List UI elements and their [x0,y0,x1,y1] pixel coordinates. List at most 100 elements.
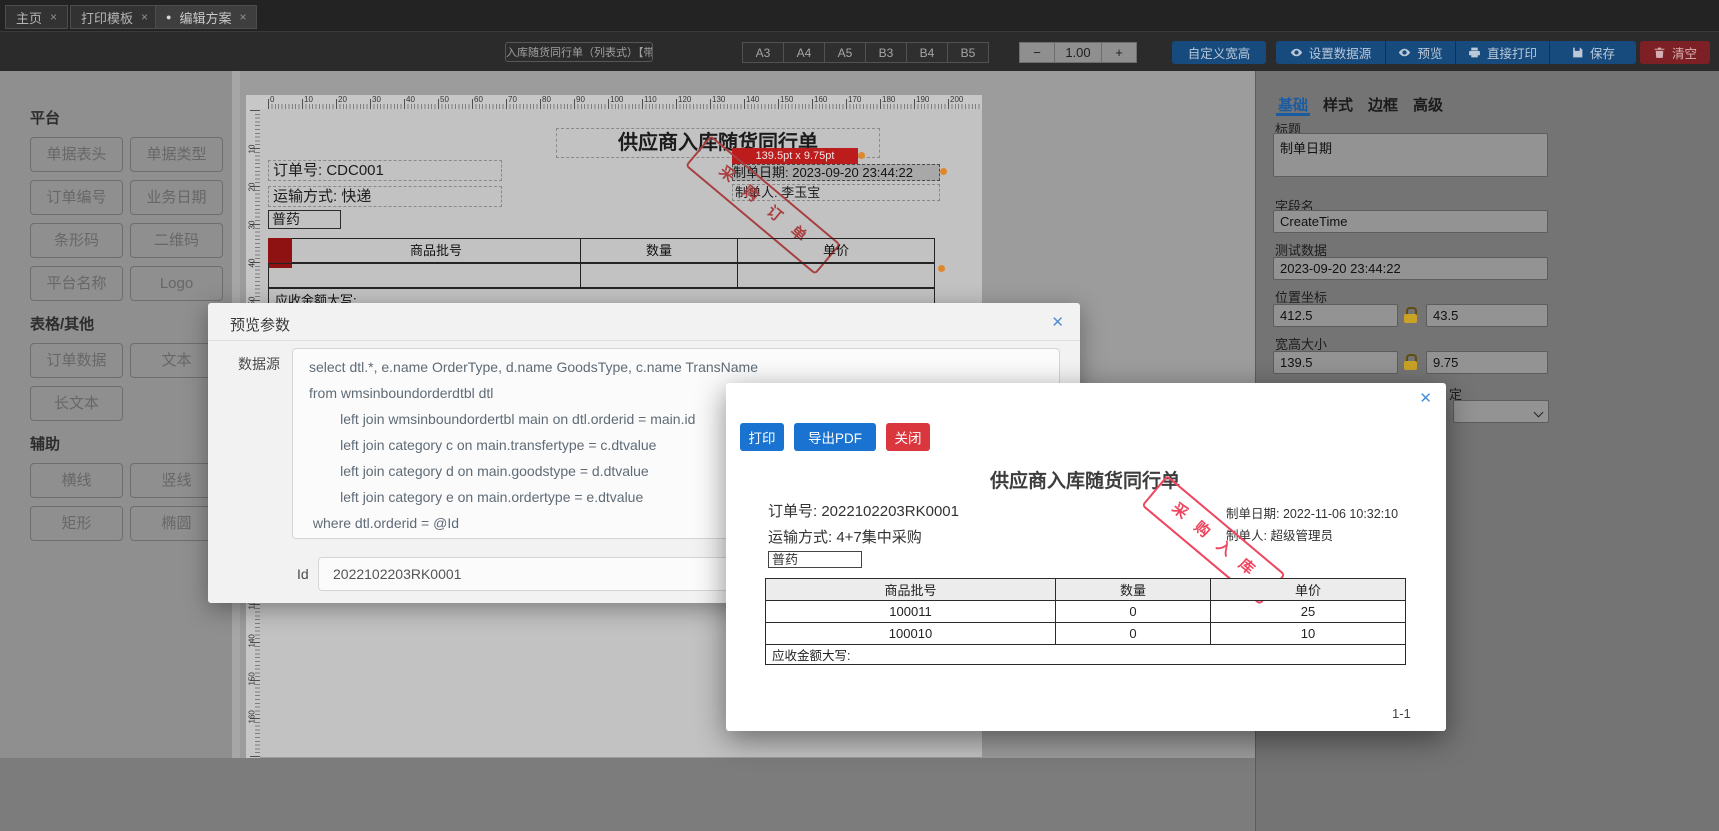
sidebar-item-单据类型[interactable]: 单据类型 [130,137,223,172]
print-button[interactable]: 打印 [740,423,784,451]
sidebar-item-横线[interactable]: 横线 [30,463,123,498]
printer-icon [1469,47,1480,58]
pos-x-input[interactable] [1273,304,1398,327]
export-pdf-button[interactable]: 导出PDF [794,423,876,451]
tab-bar: 主页 × 打印模板 × ● 编辑方案 × [0,0,1719,31]
sidebar-item-条形码[interactable]: 条形码 [30,223,123,258]
close-button[interactable]: 关闭 [886,423,930,451]
field-name-input[interactable] [1273,210,1548,233]
dialog-title: 预览参数 [230,317,291,334]
resize-handle[interactable] [938,265,945,272]
close-icon[interactable]: ✕ [1051,313,1064,331]
resize-handle[interactable] [858,152,865,159]
set-datasource-button[interactable]: 设置数据源 [1276,41,1385,64]
set-datasource-label: 设置数据源 [1308,47,1372,61]
panel-tab-style[interactable]: 样式 [1323,94,1353,115]
paper-size-B3[interactable]: B3 [865,42,907,63]
direct-print-button[interactable]: 直接打印 [1456,41,1549,64]
save-button[interactable]: 保存 [1550,41,1636,64]
ruler-number: 10 [247,144,257,154]
sidebar-item-订单数据[interactable]: 订单数据 [30,343,123,378]
app-root: 主页 × 打印模板 × ● 编辑方案 × 入库随货同行单（列表式）【带 A3 A4… [0,0,1719,831]
sidebar-item-单据表头[interactable]: 单据表头 [30,137,123,172]
transport-element[interactable]: 运输方式: 快递 [268,186,502,207]
zoom-value[interactable]: 1.00 [1054,42,1102,63]
sidebar-group: 单据表头 单据类型 订单编号 业务日期 条形码 二维码 平台名称 Logo [30,137,239,301]
sidebar-item-平台名称[interactable]: 平台名称 [30,266,123,301]
ruler-number: 100 [610,95,624,104]
custom-size-button[interactable]: 自定义宽高 [1172,41,1266,64]
tab-close-icon[interactable]: × [141,10,148,24]
lock-icon[interactable] [1404,307,1417,323]
order-no-element[interactable]: 订单号: CDC001 [268,160,502,181]
drug-type-element[interactable]: 普药 [268,210,341,229]
zoom-out-button[interactable]: − [1019,42,1055,63]
sidebar-item-业务日期[interactable]: 业务日期 [130,180,223,215]
table-footer-row: 应收金额大写: [765,644,1406,665]
preview-button[interactable]: 预览 [1386,41,1455,64]
resize-handle[interactable] [940,168,947,175]
tab-print-template[interactable]: 打印模板 × [70,5,160,29]
table-cell: 25 [1210,600,1406,623]
height-input[interactable] [1426,351,1548,374]
ruler-number: 20 [247,182,257,192]
width-input[interactable] [1273,351,1398,374]
table-cell: 100010 [765,622,1056,645]
sidebar-item-矩形[interactable]: 矩形 [30,506,123,541]
preview-label: 预览 [1417,47,1443,61]
paper-size-B5[interactable]: B5 [947,42,989,63]
toolbar: 入库随货同行单（列表式）【带 A3 A4 A5 B3 B4 B5 − 1.00 + 自定义… [0,31,1719,71]
panel-select[interactable] [1453,400,1549,423]
panel-tab-border[interactable]: 边框 [1368,94,1398,115]
paper-size-A3[interactable]: A3 [742,42,784,63]
tab-close-icon[interactable]: × [50,10,57,24]
tab-home[interactable]: 主页 × [5,5,69,29]
clear-label: 清空 [1671,47,1697,61]
pos-y-input[interactable] [1426,304,1548,327]
ruler-number: 140 [247,634,257,648]
table-header-price[interactable]: 单价 [737,238,935,263]
table-empty-cell[interactable] [268,263,581,288]
ruler-number: 90 [576,95,585,104]
eye-icon [1290,48,1302,57]
tab-close-icon[interactable]: × [239,10,246,24]
datasource-label: 数据源 [238,356,280,372]
test-data-input[interactable] [1273,257,1548,280]
title-field[interactable]: 制单日期 [1273,133,1548,177]
workspace-bottom [0,758,1255,831]
sidebar-item-长文本[interactable]: 长文本 [30,386,123,421]
id-label: Id [297,566,309,582]
ruler-number: 190 [916,95,930,104]
table-header-batch[interactable]: 商品批号 [291,238,581,263]
tab-edit-scheme[interactable]: ● 编辑方案 × [155,5,258,29]
ruler-number: 40 [247,258,257,268]
close-icon[interactable]: ✕ [1419,389,1432,407]
clear-button[interactable]: 清空 [1640,41,1710,64]
table-row: 100010 0 10 [765,622,1406,645]
divider [208,340,1080,341]
tab-edit-scheme-label: 编辑方案 [179,10,232,26]
header-qty: 数量 [1055,578,1211,601]
ruler-number: 30 [372,95,381,104]
paper-size-A4[interactable]: A4 [783,42,825,63]
panel-tab-basic[interactable]: 基础 [1278,94,1308,115]
sidebar-item-Logo[interactable]: Logo [130,266,223,301]
lock-icon[interactable] [1404,354,1417,370]
ruler-number: 160 [814,95,828,104]
table-empty-cell[interactable] [737,263,935,288]
zoom-in-button[interactable]: + [1101,42,1137,63]
sidebar-item-二维码[interactable]: 二维码 [130,223,223,258]
sidebar-item-订单编号[interactable]: 订单编号 [30,180,123,215]
paper-size-B4[interactable]: B4 [906,42,948,63]
save-icon [1573,47,1583,58]
table-empty-cell[interactable] [580,263,738,288]
ruler-number: 150 [247,672,257,686]
ruler-number: 80 [542,95,551,104]
paper-size-A5[interactable]: A5 [824,42,866,63]
panel-tab-advanced[interactable]: 高级 [1413,94,1443,115]
table-header-qty[interactable]: 数量 [580,238,738,263]
footer-cell: 应收金额大写: [765,644,1406,665]
eye-icon [1399,48,1411,57]
preview-order-no: 订单号: 2022102203RK0001 [768,503,959,520]
template-name-input[interactable]: 入库随货同行单（列表式）【带 [505,42,653,62]
